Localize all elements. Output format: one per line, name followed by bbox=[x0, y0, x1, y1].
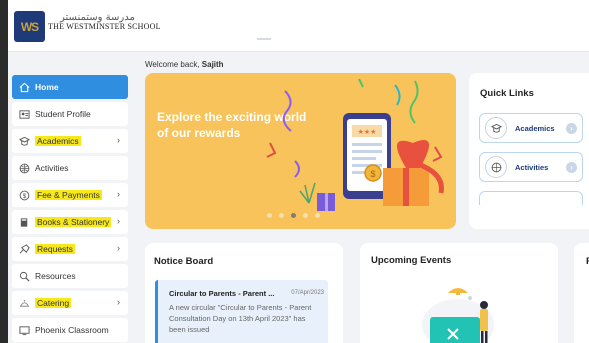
sidebar-item-label: Resources bbox=[35, 271, 76, 281]
quick-link-academics[interactable]: Academics › bbox=[479, 113, 583, 143]
welcome-prefix: Welcome back, bbox=[145, 60, 200, 69]
chevron-right-icon: › bbox=[566, 123, 577, 134]
notice-body: A new circular "Circular to Parents - Pa… bbox=[169, 303, 312, 334]
sidebar-item-label: Activities bbox=[35, 163, 69, 173]
svg-text:$: $ bbox=[370, 169, 375, 179]
window-edge bbox=[0, 0, 8, 343]
sidebar-item-label: Catering bbox=[35, 298, 72, 308]
sidebar-item-activities[interactable]: Activities bbox=[12, 156, 128, 180]
school-name: THE WESTMINSTER SCHOOL bbox=[48, 22, 161, 31]
carousel-dot[interactable] bbox=[267, 213, 272, 218]
activities-icon bbox=[18, 162, 30, 174]
top-center-marker bbox=[257, 38, 271, 40]
sidebar-item-home[interactable]: Home bbox=[12, 75, 128, 99]
sidebar-item-requests[interactable]: Requests › bbox=[12, 237, 128, 261]
carousel-dot-active[interactable] bbox=[291, 213, 296, 218]
chevron-right-icon: › bbox=[117, 135, 120, 145]
sidebar-item-label: Books & Stationery bbox=[35, 217, 112, 227]
activities-icon bbox=[485, 156, 507, 178]
sidebar-item-books-stationery[interactable]: Books & Stationery › bbox=[12, 210, 128, 234]
sidebar-item-label: Student Profile bbox=[35, 109, 91, 119]
svg-text:$: $ bbox=[22, 192, 26, 199]
chevron-right-icon: › bbox=[566, 162, 577, 173]
welcome-message: Welcome back, Sajith bbox=[145, 60, 224, 69]
sidebar-item-catering[interactable]: Catering › bbox=[12, 291, 128, 315]
home-icon bbox=[18, 81, 30, 93]
carousel-dot[interactable] bbox=[279, 213, 284, 218]
sidebar-item-label: Academics bbox=[35, 136, 81, 146]
school-logo[interactable]: WS bbox=[14, 11, 45, 42]
quick-link-label: Academics bbox=[515, 123, 555, 133]
books-icon bbox=[18, 216, 30, 228]
rewards-banner[interactable]: Explore the exciting world of our reward… bbox=[145, 73, 456, 229]
quick-link-activities[interactable]: Activities › bbox=[479, 152, 583, 182]
chevron-right-icon: › bbox=[117, 297, 120, 307]
sidebar-item-phoenix-classroom[interactable]: Phoenix Classroom bbox=[12, 318, 128, 342]
upcoming-events-card: Upcoming Events bbox=[360, 243, 558, 343]
sidebar-item-fee-payments[interactable]: $ Fee & Payments › bbox=[12, 183, 128, 207]
chevron-right-icon: › bbox=[117, 216, 120, 226]
notice-board-card: Notice Board Circular to Parents - Paren… bbox=[145, 243, 343, 343]
requests-icon bbox=[18, 243, 30, 255]
sidebar-item-student-profile[interactable]: Student Profile bbox=[12, 102, 128, 126]
profile-icon bbox=[18, 108, 30, 120]
carousel-dot[interactable] bbox=[315, 213, 320, 218]
resources-icon bbox=[18, 270, 30, 282]
catering-icon bbox=[18, 297, 30, 309]
notice-title: Circular to Parents - Parent ... bbox=[169, 289, 275, 298]
events-illustration bbox=[422, 288, 494, 343]
sidebar-item-academics[interactable]: Academics › bbox=[12, 129, 128, 153]
fee-icon: $ bbox=[18, 189, 30, 201]
user-name: Sajith bbox=[201, 60, 224, 69]
sidebar-item-resources[interactable]: Resources bbox=[12, 264, 128, 288]
chevron-right-icon: › bbox=[117, 189, 120, 199]
third-panel-card: P bbox=[574, 243, 589, 343]
quick-link-label: Activities bbox=[515, 162, 549, 172]
chevron-right-icon: › bbox=[117, 243, 120, 253]
quick-links-title: Quick Links bbox=[480, 88, 534, 99]
rewards-illustration: ★★★ $ bbox=[266, 78, 444, 211]
quick-link-partial[interactable] bbox=[479, 191, 583, 205]
sidebar-item-label: Phoenix Classroom bbox=[35, 325, 109, 335]
notice-item[interactable]: Circular to Parents - Parent ... 07/Apr/… bbox=[155, 280, 328, 343]
top-bar: WS مدرسة وستمنستر THE WESTMINSTER SCHOOL bbox=[0, 0, 589, 52]
svg-text:★★★: ★★★ bbox=[358, 128, 377, 136]
logo-letters: WS bbox=[20, 19, 39, 34]
sidebar-item-label: Home bbox=[35, 82, 59, 92]
carousel-dots bbox=[267, 213, 320, 218]
academics-icon bbox=[18, 135, 30, 147]
academics-icon bbox=[485, 117, 507, 139]
quick-links-card: Quick Links Academics › Activities › bbox=[469, 73, 589, 229]
sidebar-item-label: Requests bbox=[35, 244, 75, 254]
carousel-dot[interactable] bbox=[303, 213, 308, 218]
notice-date: 07/Apr/2023 bbox=[291, 290, 324, 296]
classroom-icon bbox=[18, 324, 30, 336]
sidebar-item-label: Fee & Payments bbox=[35, 190, 102, 200]
notice-board-title: Notice Board bbox=[154, 256, 214, 267]
